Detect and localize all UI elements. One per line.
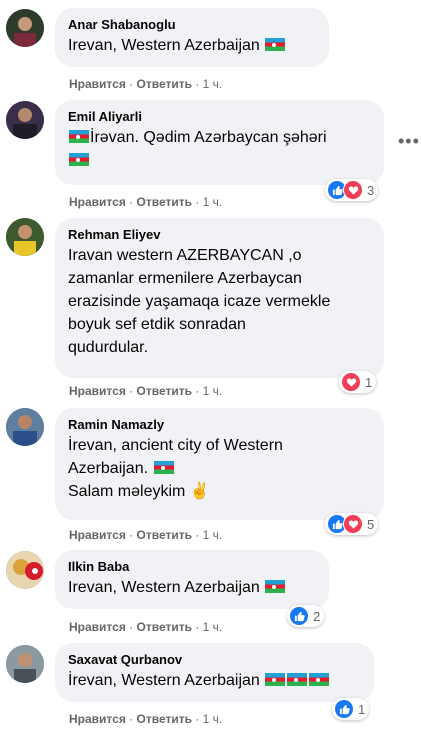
- azerbaijan-flag-icon: [69, 153, 89, 166]
- like-link[interactable]: Нравится: [69, 195, 126, 209]
- comment-text: İrəvan. Qədim Azərbaycan şəhəri: [68, 126, 372, 172]
- reaction-count: 5: [367, 516, 375, 532]
- comment-author[interactable]: Ramin Namazly: [68, 416, 372, 433]
- like-link[interactable]: Нравится: [69, 77, 126, 91]
- reactions-summary[interactable]: 5: [325, 513, 379, 535]
- comment-bubble: Ilkin Baba Irevan, Western Azerbaijan: [55, 550, 329, 609]
- like-link[interactable]: Нравится: [69, 528, 126, 542]
- reactions-summary[interactable]: 3: [325, 179, 379, 201]
- comment-actions: Нравится · Ответить · 1 ч.: [69, 195, 223, 209]
- avatar[interactable]: [6, 551, 44, 589]
- like-reaction-icon: [334, 699, 354, 719]
- reply-link[interactable]: Ответить: [137, 528, 192, 542]
- comment-author[interactable]: Rehman Eliyev: [68, 226, 372, 243]
- love-reaction-icon: [341, 372, 361, 392]
- comment-text: İrevan, Western Azerbaijan: [68, 669, 362, 692]
- comment-bubble: Saxavat Qurbanov İrevan, Western Azerbai…: [55, 643, 374, 702]
- reaction-count: 1: [358, 701, 366, 717]
- comment-bubble: Emil Aliyarli İrəvan. Qədim Azərbaycan ş…: [55, 100, 384, 185]
- like-reaction-icon: [289, 606, 309, 626]
- avatar[interactable]: [6, 645, 44, 683]
- timestamp[interactable]: 1 ч.: [203, 528, 223, 542]
- reaction-count: 2: [313, 608, 321, 624]
- timestamp[interactable]: 1 ч.: [203, 195, 223, 209]
- timestamp[interactable]: 1 ч.: [203, 77, 223, 91]
- reaction-count: 3: [367, 182, 375, 198]
- comment-author[interactable]: Ilkin Baba: [68, 558, 317, 575]
- comment-text: Irevan, Western Azerbaijan: [68, 34, 317, 57]
- reactions-summary[interactable]: 2: [287, 605, 325, 627]
- reply-link[interactable]: Ответить: [137, 620, 192, 634]
- avatar[interactable]: [6, 9, 44, 47]
- comment-actions: Нравится · Ответить · 1 ч.: [69, 77, 223, 91]
- comment-text: Iravan western AZERBAYCAN ,o zamanlar er…: [68, 247, 331, 356]
- comment-actions: Нравится · Ответить · 1 ч.: [69, 620, 223, 634]
- comment-bubble: Anar Shabanoglu Irevan, Western Azerbaij…: [55, 8, 329, 67]
- azerbaijan-flag-icon: [265, 38, 286, 51]
- comment-author[interactable]: Anar Shabanoglu: [68, 16, 317, 33]
- love-reaction-icon: [343, 514, 363, 534]
- reply-link[interactable]: Ответить: [137, 384, 192, 398]
- reaction-count: 1: [365, 374, 373, 390]
- azerbaijan-flag-icon: [69, 130, 89, 143]
- timestamp[interactable]: 1 ч.: [203, 384, 223, 398]
- comment-text: Irevan, Western Azerbaijan: [68, 576, 317, 599]
- reactions-summary[interactable]: 1: [339, 371, 377, 393]
- love-reaction-icon: [343, 180, 363, 200]
- comment-actions: Нравится · Ответить · 1 ч.: [69, 712, 223, 726]
- azerbaijan-flag-icon: [153, 461, 174, 474]
- like-link[interactable]: Нравится: [69, 712, 126, 726]
- comment-text: İrevan, ancient city of Western Azerbaij…: [68, 437, 283, 500]
- azerbaijan-flag-icon: [309, 673, 330, 686]
- more-options-icon[interactable]: •••: [398, 132, 420, 150]
- avatar[interactable]: [6, 101, 44, 139]
- reactions-summary[interactable]: 1: [332, 698, 370, 720]
- reply-link[interactable]: Ответить: [137, 712, 192, 726]
- comment-actions: Нравится · Ответить · 1 ч.: [69, 384, 223, 398]
- comment-author[interactable]: Emil Aliyarli: [68, 108, 372, 125]
- timestamp[interactable]: 1 ч.: [203, 620, 223, 634]
- azerbaijan-flag-icon: [265, 580, 286, 593]
- reply-link[interactable]: Ответить: [137, 195, 192, 209]
- timestamp[interactable]: 1 ч.: [203, 712, 223, 726]
- azerbaijan-flag-icon: [287, 673, 308, 686]
- reply-link[interactable]: Ответить: [137, 77, 192, 91]
- like-link[interactable]: Нравится: [69, 384, 126, 398]
- avatar[interactable]: [6, 218, 44, 256]
- azerbaijan-flag-icon: [265, 673, 286, 686]
- comment-actions: Нравится · Ответить · 1 ч.: [69, 528, 223, 542]
- like-link[interactable]: Нравится: [69, 620, 126, 634]
- comment-bubble: Ramin Namazly İrevan, ancient city of We…: [55, 408, 384, 520]
- comment-author[interactable]: Saxavat Qurbanov: [68, 651, 362, 668]
- avatar[interactable]: [6, 408, 44, 446]
- comment-bubble: Rehman Eliyev Iravan western AZERBAYCAN …: [55, 218, 384, 378]
